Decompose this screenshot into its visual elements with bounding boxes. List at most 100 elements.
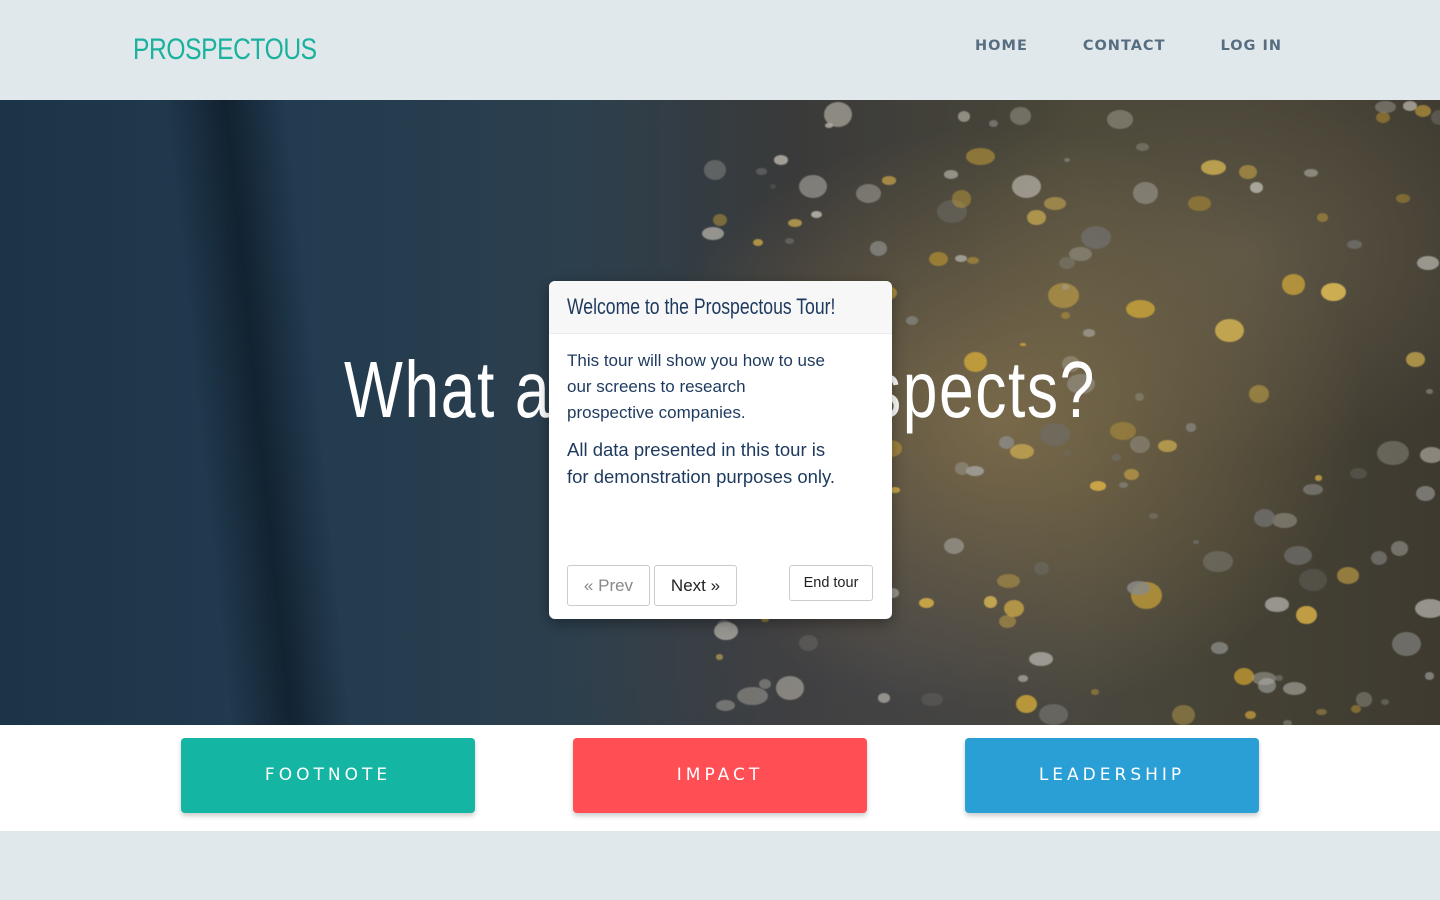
pebble-texture (1238, 164, 1257, 179)
pebble-texture (951, 190, 972, 208)
pebble-texture (799, 174, 828, 198)
pebble-texture (918, 598, 934, 609)
pebble-texture (1391, 631, 1422, 656)
pebble-texture (1350, 705, 1361, 713)
pebble-texture (810, 211, 822, 219)
pebble-texture (1374, 100, 1396, 114)
pebble-texture (1133, 182, 1158, 205)
pebble-texture (1215, 318, 1244, 343)
pebble-texture (752, 238, 763, 246)
pebble-texture (1009, 107, 1031, 125)
pebble-texture (1017, 675, 1029, 682)
pebble-texture (1063, 158, 1070, 163)
pebble-texture (1249, 182, 1263, 194)
pebble-texture (1295, 606, 1317, 625)
pebble-texture (713, 214, 728, 227)
pebble-texture (870, 241, 888, 256)
pebble-texture (1062, 450, 1072, 457)
pebble-texture (1281, 274, 1305, 295)
tour-popover: Welcome to the Prospectous Tour! This to… (549, 281, 892, 619)
pebble-texture (1028, 651, 1054, 666)
pebble-texture (943, 538, 965, 555)
pebble-texture (715, 653, 724, 660)
pebble-texture (1158, 440, 1178, 453)
pebble-texture (1148, 512, 1158, 519)
pebble-texture (997, 574, 1021, 589)
pebble-texture (965, 148, 995, 165)
pebble-texture (773, 155, 788, 165)
pebble-texture (1083, 329, 1095, 337)
tour-prev-button[interactable]: « Prev (567, 565, 650, 606)
pebble-texture (1192, 540, 1200, 545)
pebble-texture (1044, 197, 1066, 210)
pebble-texture (1283, 682, 1307, 696)
pebble-texture (1414, 104, 1432, 118)
nav-login-link[interactable]: LOG IN (1220, 36, 1282, 56)
pebble-texture (1419, 446, 1440, 463)
pebble-texture (1272, 513, 1298, 528)
pebble-texture (1390, 541, 1409, 556)
pebble-texture (921, 693, 943, 706)
pebble-texture (1316, 709, 1328, 716)
pebble-texture (798, 635, 818, 652)
pebble-texture (1350, 468, 1368, 480)
pebble-texture (1376, 440, 1409, 466)
pebble-texture (1299, 568, 1328, 592)
tour-popover-header: Welcome to the Prospectous Tour! (549, 281, 892, 334)
pebble-texture (1370, 550, 1387, 565)
pebble-texture (1111, 454, 1121, 461)
impact-button[interactable]: IMPACT (573, 738, 867, 813)
pebble-texture (702, 227, 725, 241)
pebble-texture (988, 119, 998, 128)
pebble-texture (928, 251, 949, 267)
pebble-texture (1034, 561, 1049, 575)
tour-intro-text: This tour will show you how to use our s… (567, 351, 825, 422)
pebble-texture (769, 183, 776, 189)
nav-contact-link[interactable]: CONTACT (1083, 36, 1166, 56)
pebble-texture (1233, 667, 1254, 685)
pebble-texture (1283, 545, 1313, 566)
tour-next-button[interactable]: Next » (654, 565, 737, 606)
pebble-texture (1061, 283, 1070, 290)
pebble-texture (756, 168, 768, 175)
leadership-button[interactable]: LEADERSHIP (965, 738, 1259, 813)
pebble-texture (1010, 443, 1034, 460)
pebble-texture (1416, 255, 1440, 271)
pebble-texture (1004, 599, 1025, 618)
pebble-texture (1027, 210, 1046, 226)
tour-popover-body: This tour will show you how to use our s… (549, 334, 892, 490)
tour-disclaimer-text: All data presented in this tour is for d… (567, 439, 836, 487)
site-header: PROSPECTOUS HOME CONTACT LOG IN (0, 0, 1440, 100)
pebble-texture (1171, 704, 1196, 725)
site-logo[interactable]: PROSPECTOUS (133, 30, 317, 70)
pebble-texture (1414, 599, 1440, 619)
pebble-texture (787, 218, 802, 227)
pebble-texture (906, 315, 919, 326)
nav-home-link[interactable]: HOME (975, 36, 1028, 56)
pebble-texture (1211, 642, 1228, 654)
pebble-texture (877, 692, 891, 703)
pebble-texture (775, 675, 805, 700)
pebble-texture (954, 254, 968, 262)
pebble-texture (823, 101, 852, 127)
pebble-texture (1424, 672, 1434, 680)
pebble-texture (1253, 508, 1275, 528)
footnote-button[interactable]: FOOTNOTE (181, 738, 475, 813)
pebble-texture (737, 686, 769, 706)
pebble-texture (1314, 475, 1322, 481)
pebble-texture (1376, 112, 1391, 123)
pebble-texture (1380, 698, 1389, 706)
pebble-texture (1090, 689, 1100, 696)
pebble-texture (1336, 567, 1360, 584)
pebble-texture (714, 621, 738, 640)
category-strip: FOOTNOTE IMPACT LEADERSHIP (0, 725, 1440, 831)
tour-end-button[interactable]: End tour (789, 565, 873, 601)
pebble-texture (1356, 692, 1373, 707)
tour-title: Welcome to the Prospectous Tour! (567, 294, 836, 319)
pebble-texture (1200, 159, 1226, 175)
pebble-texture (1304, 169, 1319, 178)
pebble-texture (881, 176, 896, 185)
pebble-texture (966, 256, 979, 265)
pebble-texture (957, 111, 971, 123)
pebble-texture (1039, 704, 1069, 725)
